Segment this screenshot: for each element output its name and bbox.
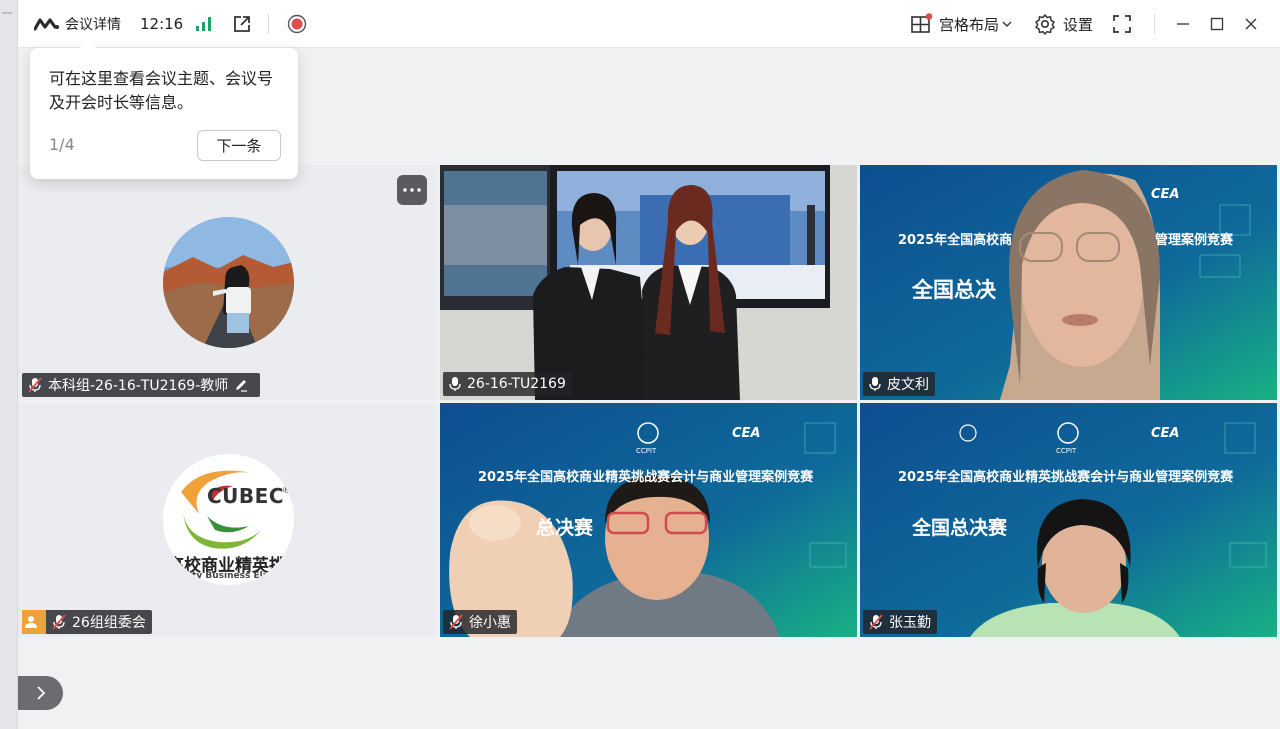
- video-tile[interactable]: CUBEC ® 高校商业精英挑 ity Business Eli 26组组委会: [18, 403, 437, 637]
- gear-icon: [1035, 14, 1055, 35]
- onboarding-tooltip: 可在这里查看会议主题、会议号及开会时长等信息。 1/4 下一条: [30, 40, 298, 179]
- cea-logo: CEA: [732, 426, 761, 441]
- ccpit-logo: CCPIT: [1056, 447, 1077, 455]
- settings-button[interactable]: 设置: [1034, 0, 1093, 48]
- video-tile[interactable]: 2025年全国高校商业精英挑战赛会计与商业管理案例竞赛 全国总决赛 CEA CC…: [860, 403, 1277, 637]
- meeting-window: 会议详情 12:16 宫格布局 设置 本科组-26-16-TU2169-教师 2…: [0, 0, 1280, 729]
- cubec-english-name: ity Business Eli: [189, 571, 266, 581]
- meeting-info-button[interactable]: 会议详情: [34, 0, 121, 48]
- participant-nametag: 皮文利: [863, 372, 935, 396]
- participant-nametag: 26-16-TU2169: [443, 372, 572, 396]
- host-badge: [22, 610, 46, 634]
- fullscreen-button[interactable]: [1112, 0, 1132, 48]
- more-icon: [403, 188, 421, 192]
- participant-nametag: 徐小惠: [443, 610, 517, 634]
- next-tip-button[interactable]: 下一条: [197, 130, 281, 161]
- participant-nametag: 本科组-26-16-TU2169-教师: [22, 373, 261, 397]
- slide-final-label: 全国总决赛: [912, 517, 1008, 539]
- participant-name: 张玉勤: [889, 615, 931, 631]
- tooltip-text: 可在这里查看会议主题、会议号及开会时长等信息。: [49, 69, 274, 112]
- mic-icon: [449, 377, 461, 391]
- settings-label: 设置: [1063, 15, 1094, 34]
- toolbar-divider: [268, 14, 269, 34]
- pencil-icon: [236, 380, 248, 392]
- signal-strength-icon: [196, 17, 211, 31]
- layout-label: 宫格布局: [939, 15, 1000, 34]
- video-tile[interactable]: 本科组-26-16-TU2169-教师: [18, 165, 437, 400]
- video-tile[interactable]: 2025年全国高校商 管理案例竞赛 全国总决 CEA 皮文利: [860, 165, 1277, 400]
- more-options-button[interactable]: [397, 175, 427, 205]
- slide-title-left: 2025年全国高校商: [898, 233, 1013, 248]
- meeting-info-label: 会议详情: [65, 17, 121, 33]
- participant-avatar: [163, 217, 294, 348]
- slide-final-label: 全国总决: [912, 278, 996, 302]
- video-tile[interactable]: 2025年全国高校商业精英挑战赛会计与商业管理案例竞赛 总决赛 CEA CCPI…: [440, 403, 857, 637]
- minimize-icon: [1177, 23, 1189, 25]
- close-button[interactable]: [1244, 0, 1258, 48]
- external-link-icon: [234, 16, 250, 32]
- top-toolbar: 会议详情 12:16 宫格布局 设置: [18, 0, 1280, 48]
- expand-panel-button[interactable]: [18, 676, 63, 710]
- mic-muted-icon: [52, 614, 66, 630]
- slide-title-right: 管理案例竞赛: [1155, 233, 1234, 248]
- record-icon: [287, 14, 307, 34]
- mic-muted-icon: [449, 614, 463, 630]
- maximize-icon: [1210, 17, 1224, 31]
- left-edge-strip: [0, 0, 18, 729]
- chevron-right-icon: [36, 686, 45, 700]
- cea-logo: CEA: [1151, 426, 1180, 441]
- meeting-clock: 12:16: [140, 15, 184, 33]
- slide-title: 2025年全国高校商业精英挑战赛会计与商业管理案例竞赛: [478, 470, 814, 485]
- mic-muted-icon: [869, 614, 883, 630]
- record-button[interactable]: [287, 0, 307, 48]
- grid-layout-icon: [911, 13, 932, 33]
- strip-mark: [2, 12, 12, 14]
- fullscreen-icon: [1113, 15, 1131, 33]
- user-icon: [25, 616, 37, 628]
- minimize-button[interactable]: [1176, 0, 1190, 48]
- slide-title: 2025年全国高校商业精英挑战赛会计与商业管理案例竞赛: [898, 470, 1234, 485]
- mic-icon: [869, 377, 881, 391]
- cubec-logo: CUBEC ® 高校商业精英挑 ity Business Eli: [163, 454, 294, 585]
- toolbar-divider: [1154, 14, 1155, 34]
- maximize-button[interactable]: [1210, 0, 1224, 48]
- participant-name: 26组组委会: [72, 615, 146, 631]
- participant-name: 徐小惠: [469, 615, 511, 631]
- tooltip-page-indicator: 1/4: [49, 135, 75, 154]
- cea-logo: CEA: [1151, 187, 1180, 202]
- participant-name: 皮文利: [887, 377, 929, 393]
- participant-nametag: 张玉勤: [863, 610, 937, 634]
- video-tile[interactable]: 26-16-TU2169: [440, 165, 857, 400]
- close-icon: [1245, 18, 1257, 30]
- cubec-logo-text: CUBEC: [207, 484, 285, 508]
- participant-nametag: 26组组委会: [22, 610, 152, 634]
- share-link-button[interactable]: [232, 0, 252, 48]
- participant-name: 本科组-26-16-TU2169-教师: [48, 378, 229, 394]
- slide-final-label: 总决赛: [536, 517, 594, 539]
- registered-mark: ®: [282, 486, 291, 496]
- app-logo-icon: [34, 18, 59, 31]
- layout-button[interactable]: 宫格布局: [910, 0, 1012, 48]
- participant-name: 26-16-TU2169: [467, 376, 566, 392]
- signal-button[interactable]: [195, 0, 213, 48]
- slide-background: [440, 403, 857, 637]
- ccpit-logo: CCPIT: [636, 447, 657, 455]
- chevron-down-icon: [1002, 21, 1012, 27]
- participant-video: [440, 165, 857, 400]
- mic-muted-icon: [28, 377, 42, 393]
